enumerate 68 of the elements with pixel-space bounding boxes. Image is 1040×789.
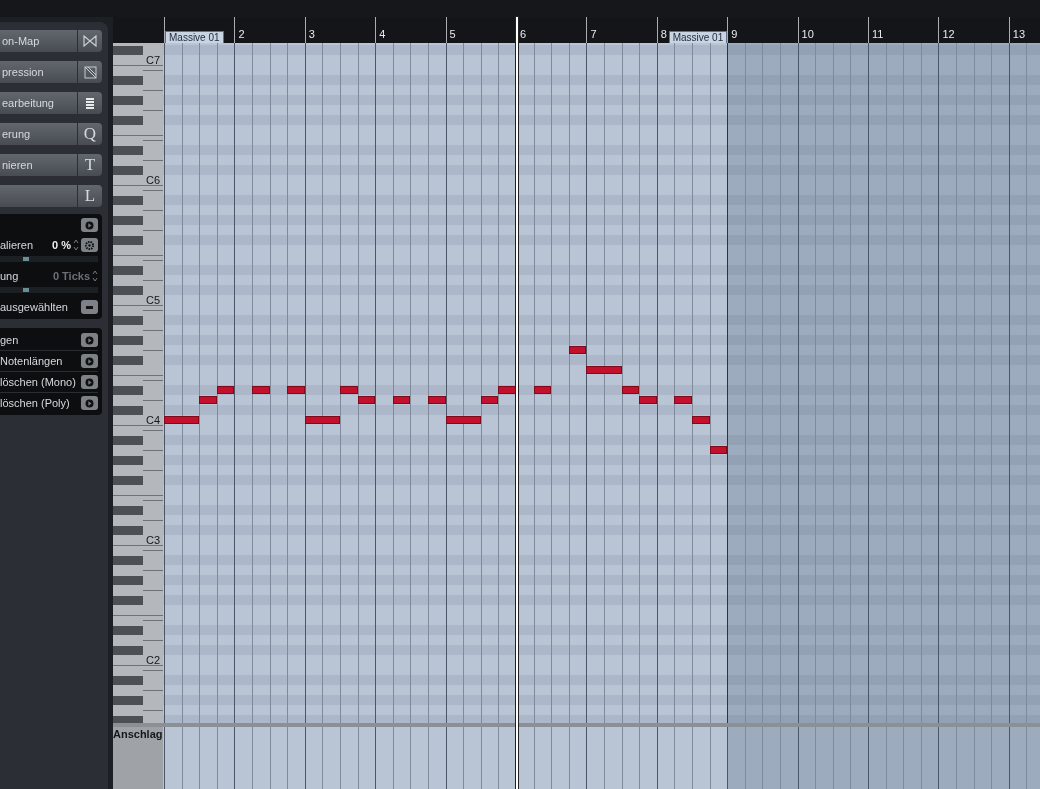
spinner-icon[interactable] — [92, 269, 98, 283]
bar-number: 12 — [942, 28, 955, 40]
slider[interactable] — [0, 256, 98, 262]
lane-label: Anschlag — [113, 728, 163, 740]
minus-icon — [86, 305, 93, 309]
spinner-icon[interactable] — [73, 238, 79, 252]
midi-note[interactable] — [445, 416, 481, 424]
function-button[interactable]: erung — [0, 123, 77, 145]
slider[interactable] — [0, 287, 98, 293]
octave-label: C6 — [145, 174, 160, 186]
minus-button[interactable] — [81, 300, 98, 314]
gear-button[interactable] — [81, 238, 98, 252]
play-button[interactable] — [81, 333, 98, 347]
part-name: Massive 01 — [668, 31, 728, 43]
bar-number: 10 — [801, 28, 814, 40]
octave-label: C5 — [145, 294, 160, 306]
letter-button[interactable]: T — [78, 154, 102, 176]
value-field[interactable]: 0 % — [52, 239, 71, 251]
note-grid[interactable] — [163, 43, 1040, 723]
function-button[interactable]: pression — [0, 61, 77, 83]
bar-number: 13 — [1012, 28, 1026, 40]
bar-number: 2 — [238, 28, 245, 40]
midi-note[interactable] — [533, 386, 552, 394]
bar-number: 9 — [731, 28, 738, 40]
midi-note[interactable] — [164, 416, 200, 424]
midi-note[interactable] — [480, 396, 499, 404]
midi-note[interactable] — [568, 346, 587, 354]
list-icon[interactable] — [78, 92, 102, 114]
midi-note[interactable] — [621, 386, 640, 394]
midi-note[interactable] — [357, 396, 376, 404]
midi-note[interactable] — [304, 416, 340, 424]
function-label[interactable]: gen — [0, 334, 81, 346]
setting-label: ausgewählten — [0, 301, 68, 313]
slider-thumb[interactable] — [23, 257, 30, 261]
function-button[interactable]: earbeitung — [0, 92, 77, 114]
piano-keyboard-drawing[interactable] — [113, 43, 163, 723]
bar-number: 5 — [449, 28, 456, 40]
bar-number: 4 — [379, 28, 386, 40]
bar-number: 7 — [590, 28, 597, 40]
letter-button[interactable]: L — [78, 185, 102, 207]
octave-label: C2 — [145, 654, 160, 666]
midi-note[interactable] — [709, 446, 728, 454]
bar-number: 11 — [872, 28, 884, 40]
crossed-square-icon[interactable] — [78, 61, 102, 83]
gear-icon — [84, 239, 95, 251]
octave-label: C3 — [145, 534, 160, 546]
octave-label: C4 — [145, 414, 160, 426]
play-button[interactable] — [81, 218, 98, 232]
slider-thumb[interactable] — [23, 288, 30, 292]
part-name: Massive 01 — [165, 31, 224, 43]
midi-note[interactable] — [216, 386, 235, 394]
bar-number: 6 — [520, 28, 527, 40]
octave-label: C7 — [145, 54, 160, 66]
bar-number: 8 — [660, 28, 667, 40]
midi-note[interactable] — [392, 396, 411, 404]
function-label[interactable]: löschen (Poly) — [0, 397, 81, 409]
bowtie-icon[interactable] — [78, 30, 102, 52]
function-button[interactable]: on-Map — [0, 30, 77, 52]
bar-number: 3 — [308, 28, 315, 40]
play-button[interactable] — [81, 375, 98, 389]
function-label[interactable]: Notenlängen — [0, 355, 81, 367]
play-button[interactable] — [81, 396, 98, 410]
setting-label: alieren — [0, 239, 35, 251]
function-label[interactable]: löschen (Mono) — [0, 376, 81, 388]
letter-button[interactable]: Q — [78, 123, 102, 145]
play-button[interactable] — [81, 354, 98, 368]
function-button[interactable]: nieren — [0, 154, 77, 176]
setting-label: ung — [0, 270, 20, 282]
